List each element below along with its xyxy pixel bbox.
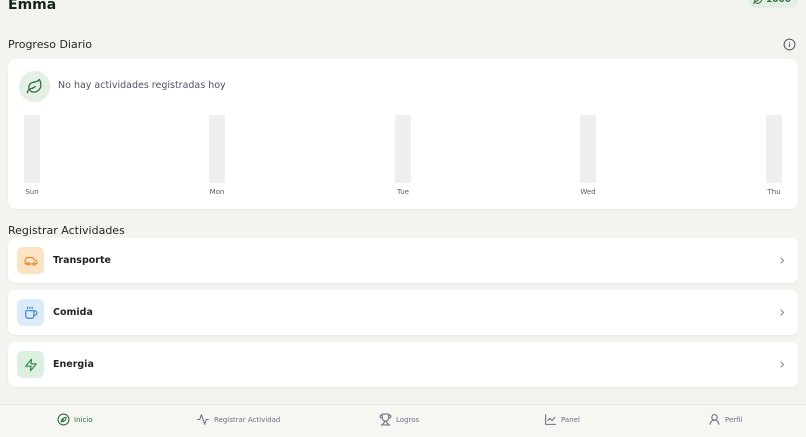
- activity-label: Comida: [53, 307, 93, 318]
- day-bar: [395, 115, 411, 183]
- day-bar: [766, 115, 782, 183]
- leaf-icon: [26, 78, 42, 94]
- leaf-icon: [753, 0, 763, 5]
- nav-item-registrar-actividad[interactable]: Registrar Actividad: [196, 413, 280, 426]
- user-icon: [709, 414, 720, 425]
- nav-label: Perfil: [725, 415, 743, 424]
- nav-item-perfil[interactable]: Perfil: [708, 413, 743, 426]
- activities-section-title: Registrar Actividades: [8, 224, 125, 237]
- activity-label: Transporte: [53, 255, 111, 266]
- day-label: Tue: [397, 188, 409, 196]
- nav-label: Registrar Actividad: [214, 415, 281, 424]
- daily-progress-card: No hay actividades registradas hoy Sun M…: [8, 59, 798, 209]
- progress-section-title: Progreso Diario: [8, 38, 93, 51]
- activity-icon-badge: [17, 351, 44, 378]
- day-label: Thu: [767, 188, 781, 196]
- activity-transporte[interactable]: Transporte: [8, 238, 798, 283]
- activity-icon: [197, 414, 209, 425]
- day-label: Wed: [580, 188, 596, 196]
- leaf-badge: [19, 71, 50, 102]
- activity-comida[interactable]: Comida: [8, 290, 798, 335]
- day-column-wed: Wed: [568, 115, 608, 196]
- day-bar: [24, 115, 40, 183]
- leaf-globe-icon: [57, 413, 70, 426]
- chevron-right-icon: [780, 309, 785, 316]
- day-column-thu: Thu: [754, 115, 794, 196]
- points-badge[interactable]: 1000: [747, 0, 798, 8]
- car-icon: [24, 256, 37, 266]
- day-column-mon: Mon: [197, 115, 237, 196]
- bottom-nav: Inicio Registrar Actividad Logros Panel …: [0, 404, 806, 437]
- nav-label: Inicio: [74, 415, 93, 424]
- chevron-right-icon: [780, 257, 785, 264]
- activity-energia[interactable]: Energia: [8, 342, 798, 387]
- info-icon[interactable]: [783, 38, 796, 51]
- nav-item-inicio[interactable]: Inicio: [57, 413, 93, 426]
- day-label: Sun: [25, 188, 39, 196]
- cup-icon: [24, 306, 37, 319]
- chart-line-icon: [545, 414, 556, 425]
- activity-icon-badge: [17, 247, 44, 274]
- lightning-icon: [24, 358, 37, 371]
- day-column-sun: Sun: [12, 115, 52, 196]
- nav-item-logros[interactable]: Logros: [379, 413, 419, 426]
- activity-icon-badge: [17, 299, 44, 326]
- day-label: Mon: [209, 188, 225, 196]
- activity-label: Energia: [53, 359, 94, 370]
- trophy-icon: [379, 413, 392, 426]
- day-column-tue: Tue: [383, 115, 423, 196]
- user-name: Emma: [8, 0, 57, 13]
- day-bar: [209, 115, 225, 183]
- nav-item-panel[interactable]: Panel: [544, 413, 580, 426]
- day-bar: [580, 115, 596, 183]
- nav-label: Panel: [561, 415, 580, 424]
- chevron-right-icon: [780, 361, 785, 368]
- points-value: 1000: [765, 0, 791, 5]
- empty-activity-message: No hay actividades registradas hoy: [58, 80, 226, 91]
- nav-label: Logros: [396, 415, 420, 424]
